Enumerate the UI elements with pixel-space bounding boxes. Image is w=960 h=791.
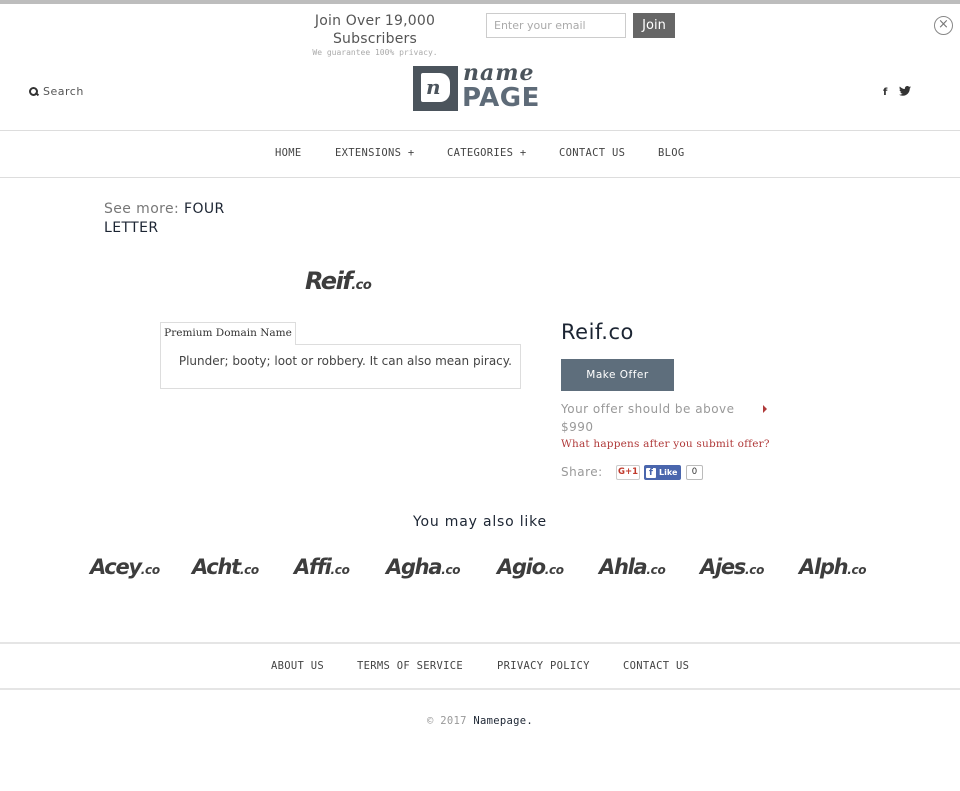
newsletter-bar: Join Over 19,000 Subscribers We guarante… <box>0 12 960 57</box>
footer-nav: ABOUT US TERMS OF SERVICE PRIVACY POLICY… <box>0 642 960 690</box>
domain-description: Plunder; booty; loot or robbery. It can … <box>178 354 512 368</box>
close-icon[interactable]: × <box>934 16 953 35</box>
logo-mark: n <box>413 66 458 111</box>
nav-extensions[interactable]: EXTENSIONS + <box>335 147 414 159</box>
caret-right-icon[interactable] <box>763 405 767 413</box>
search-icon <box>29 87 38 96</box>
tab-premium-domain-name[interactable]: Premium Domain Name <box>160 322 296 345</box>
search-link[interactable]: Search <box>29 85 84 98</box>
google-plus-button[interactable]: G+1 <box>616 465 640 480</box>
see-more-label: See more: <box>104 201 180 217</box>
facebook-like-label: Like <box>659 468 678 477</box>
footer-terms-of-service[interactable]: TERMS OF SERVICE <box>357 660 463 672</box>
nav-home[interactable]: HOME <box>275 147 302 159</box>
facebook-icon: f <box>646 467 656 478</box>
facebook-icon[interactable]: f <box>883 87 887 98</box>
top-strip <box>0 0 960 4</box>
site-logo[interactable]: n name PAGE <box>413 60 548 113</box>
logo-page-text: PAGE <box>462 83 540 113</box>
footer-about-us[interactable]: ABOUT US <box>271 660 324 672</box>
also-like-item[interactable]: Acey.co <box>90 555 160 579</box>
main-nav: HOME EXTENSIONS + CATEGORIES + CONTACT U… <box>0 130 960 178</box>
facebook-like-count: 0 <box>686 465 703 480</box>
nav-blog[interactable]: BLOG <box>658 147 685 159</box>
facebook-like-button[interactable]: f Like <box>644 465 681 480</box>
domain-logo: Reif.co <box>305 267 372 295</box>
domain-title: Reif.co <box>561 320 634 344</box>
email-input[interactable] <box>486 13 626 38</box>
also-like-item[interactable]: Acht.co <box>192 555 259 579</box>
see-more: See more: FOUR LETTER <box>104 200 244 238</box>
also-like-item[interactable]: Ahla.co <box>599 555 666 579</box>
make-offer-button[interactable]: Make Offer <box>561 359 674 391</box>
search-label: Search <box>43 85 84 98</box>
join-button[interactable]: Join <box>633 13 675 38</box>
newsletter-subtitle: We guarantee 100% privacy. <box>312 48 438 57</box>
share-label: Share: <box>561 465 603 479</box>
newsletter-title: Join Over 19,000 Subscribers <box>314 13 436 47</box>
nav-categories[interactable]: CATEGORIES + <box>447 147 526 159</box>
nav-contact-us[interactable]: CONTACT US <box>559 147 625 159</box>
also-like-title: You may also like <box>413 514 547 530</box>
social-links: f <box>883 86 912 99</box>
also-like-item[interactable]: Agio.co <box>497 555 564 579</box>
description-panel: Plunder; booty; loot or robbery. It can … <box>160 344 521 389</box>
also-like-item[interactable]: Affi.co <box>294 555 350 579</box>
also-like-item[interactable]: Alph.co <box>799 555 867 579</box>
offer-note: Your offer should be above $990 <box>561 402 735 434</box>
brand-link[interactable]: Namepage. <box>473 715 533 727</box>
newsletter-text: Join Over 19,000 Subscribers We guarante… <box>277 12 473 58</box>
also-like-item[interactable]: Agha.co <box>386 555 461 579</box>
copyright: © 2017 Namepage. <box>427 715 533 727</box>
twitter-icon[interactable] <box>899 86 912 99</box>
footer-privacy-policy[interactable]: PRIVACY POLICY <box>497 660 590 672</box>
footer-contact-us[interactable]: CONTACT US <box>623 660 689 672</box>
also-like-item[interactable]: Ajes.co <box>700 555 764 579</box>
what-happens-link[interactable]: What happens after you submit offer? <box>561 438 770 450</box>
